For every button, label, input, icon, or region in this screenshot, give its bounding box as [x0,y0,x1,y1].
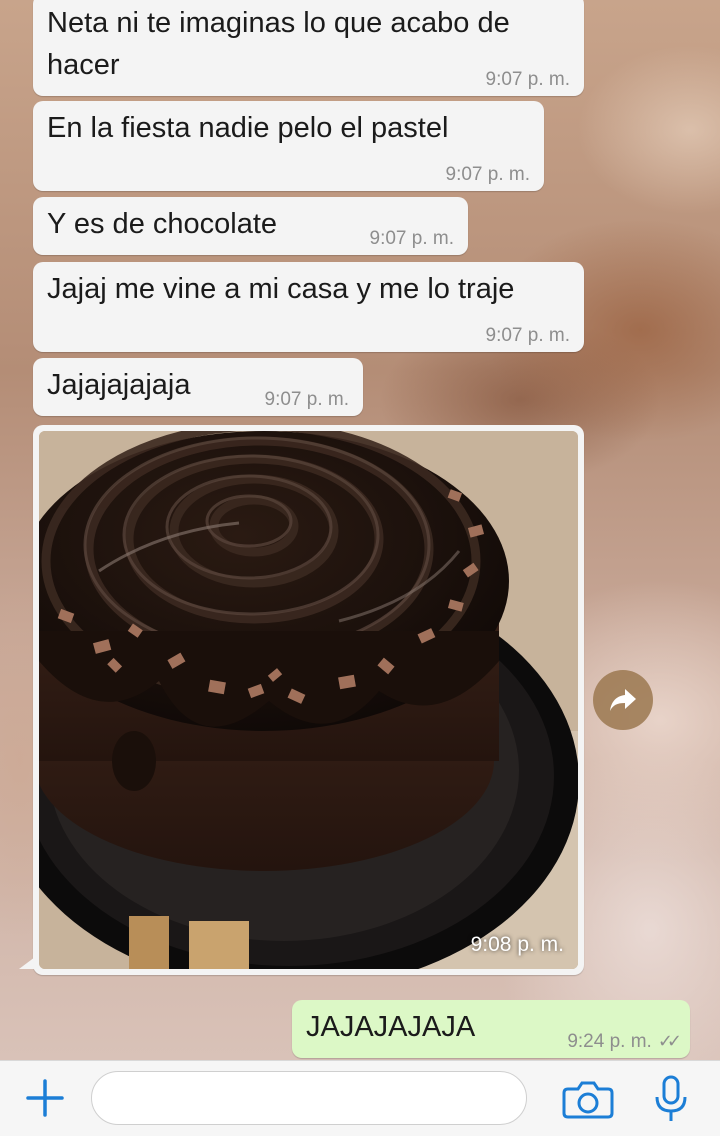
message-time-text: 9:24 p. m. [567,1031,652,1052]
message-bubble[interactable]: Y es de chocolate 9:07 p. m. [33,197,468,255]
message-text-line: hacer [47,49,120,81]
message-time: 9:07 p. m. [369,228,455,249]
camera-button[interactable] [560,1075,616,1123]
message-input[interactable] [91,1071,527,1125]
plus-icon [26,1079,64,1117]
message-text: En la fiesta nadie pelo el pastel [47,112,449,144]
message-time: 9:07 p. m. [445,164,531,185]
message-text: Jajajajajaja [47,369,191,401]
attach-button[interactable] [20,1073,70,1123]
message-time: 9:07 p. m. [264,389,350,410]
double-check-icon: ✓✓ [657,1031,682,1051]
message-text: Neta ni te imaginas lo que acabo de hace… [47,2,510,86]
message-text: Jajaj me vine a mi casa y me lo traje [47,273,515,305]
message-bubble[interactable]: En la fiesta nadie pelo el pastel 9:07 p… [33,101,544,191]
message-bubble[interactable]: Neta ni te imaginas lo que acabo de hace… [33,0,584,96]
message-time: 9:07 p. m. [485,325,571,346]
message-time: 9:24 p. m. ✓✓ [567,1029,682,1054]
message-time: 9:07 p. m. [485,69,571,90]
message-text: Y es de chocolate [47,208,278,240]
camera-icon [562,1081,614,1119]
bubble-tail [19,957,35,969]
message-bubble[interactable]: Jajajajajaja 9:07 p. m. [33,358,363,416]
cake-illustration [39,431,578,969]
outgoing-message-bubble[interactable]: JAJAJAJAJA 9:24 p. m. ✓✓ [292,1000,690,1058]
message-bubble[interactable]: Jajaj me vine a mi casa y me lo traje 9:… [33,262,584,352]
image-time: 9:08 p. m. [470,933,564,956]
image-message[interactable]: 9:08 p. m. [19,425,584,975]
share-button[interactable] [593,670,653,730]
message-text: JAJAJAJAJA [306,1011,476,1043]
share-arrow-icon [610,689,636,711]
message-text-line: Neta ni te imaginas lo que acabo de [47,7,510,39]
microphone-icon [655,1075,687,1121]
composer-bar [0,1060,720,1136]
microphone-button[interactable] [648,1073,694,1125]
chocolate-cake-photo[interactable]: 9:08 p. m. [39,431,578,969]
